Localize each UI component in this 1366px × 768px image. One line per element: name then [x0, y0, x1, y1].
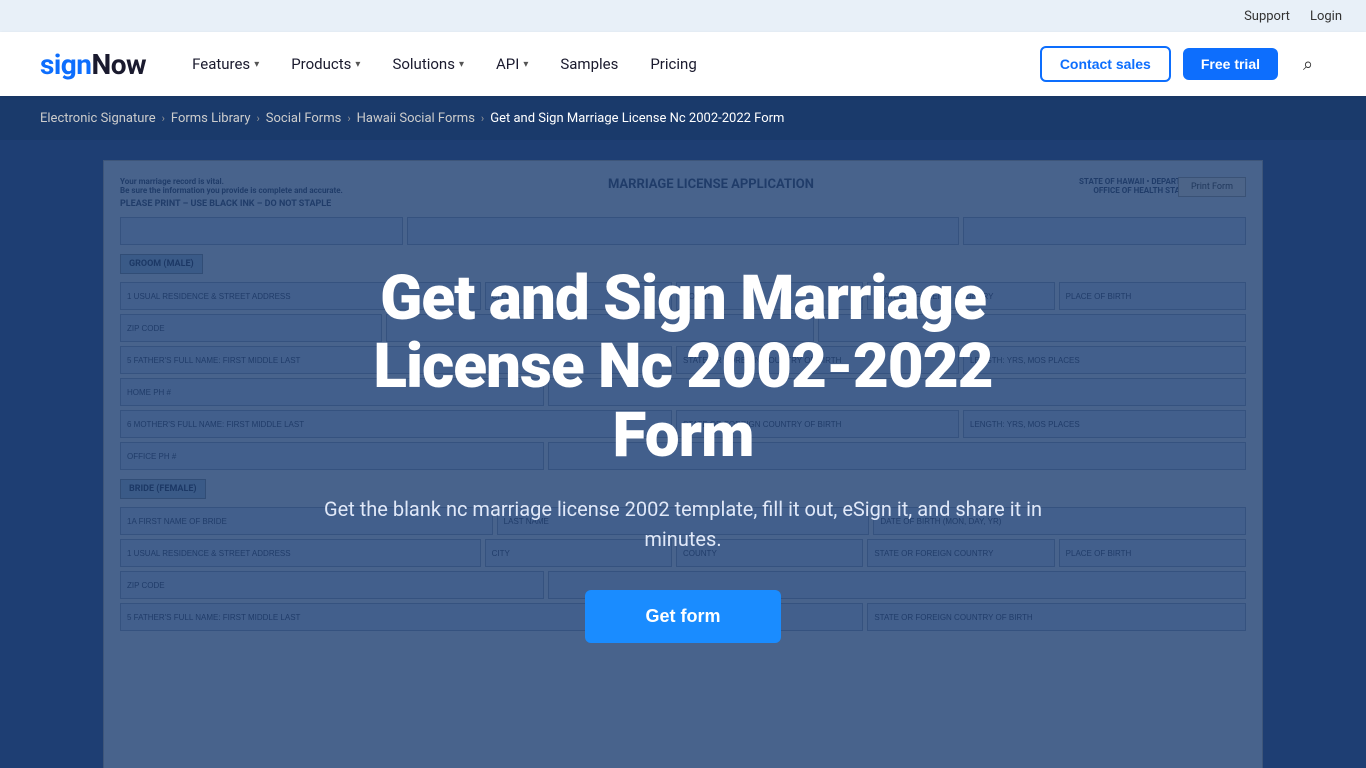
- nav-actions: Contact sales Free trial ⌕: [1040, 46, 1326, 82]
- hero-section: Your marriage record is vital. Be sure t…: [0, 140, 1366, 768]
- hero-subtitle: Get the blank nc marriage license 2002 t…: [323, 494, 1043, 554]
- breadcrumb-electronic-signature[interactable]: Electronic Signature: [40, 111, 156, 126]
- breadcrumb-forms-library[interactable]: Forms Library: [171, 111, 251, 126]
- form-instruction-1: Your marriage record is vital.: [120, 177, 343, 186]
- utility-bar: Support Login: [0, 0, 1366, 32]
- free-trial-button[interactable]: Free trial: [1183, 48, 1278, 80]
- solutions-chevron-icon: ▾: [459, 59, 464, 70]
- nav-items: Features ▾ Products ▾ Solutions ▾ API ▾ …: [178, 47, 1040, 81]
- form-instruction-3: PLEASE PRINT – USE BLACK INK – DO NOT ST…: [120, 199, 343, 209]
- form-cell: PLACE OF BIRTH: [1059, 282, 1246, 310]
- features-chevron-icon: ▾: [254, 59, 259, 70]
- form-instruction-2: Be sure the information you provide is c…: [120, 186, 343, 195]
- breadcrumb-separator-1: ›: [162, 112, 165, 125]
- logo[interactable]: signNow: [40, 48, 146, 81]
- print-button-form[interactable]: Print Form: [1178, 177, 1246, 197]
- form-main-title: MARRIAGE LICENSE APPLICATION: [608, 177, 814, 209]
- form-row-1: [120, 217, 1246, 245]
- breadcrumb-separator-3: ›: [347, 112, 350, 125]
- nav-solutions[interactable]: Solutions ▾: [378, 47, 478, 81]
- breadcrumb-current-page: Get and Sign Marriage License Nc 2002-20…: [490, 111, 784, 126]
- form-title-row: Your marriage record is vital. Be sure t…: [120, 177, 1246, 209]
- search-button[interactable]: ⌕: [1290, 46, 1326, 82]
- login-link[interactable]: Login: [1310, 9, 1342, 24]
- form-cell: [407, 217, 959, 245]
- nav-api[interactable]: API ▾: [482, 47, 542, 81]
- main-nav: signNow Features ▾ Products ▾ Solutions …: [0, 32, 1366, 96]
- breadcrumb-separator-2: ›: [256, 112, 259, 125]
- nav-features[interactable]: Features ▾: [178, 47, 273, 81]
- search-icon: ⌕: [1303, 54, 1313, 75]
- form-cell: [120, 217, 403, 245]
- hero-title: Get and Sign Marriage License Nc 2002-20…: [323, 265, 1043, 470]
- nav-products[interactable]: Products ▾: [277, 47, 374, 81]
- form-cell: PLACE OF BIRTH: [1059, 539, 1246, 567]
- contact-sales-button[interactable]: Contact sales: [1040, 46, 1171, 82]
- breadcrumb-separator-4: ›: [481, 112, 484, 125]
- get-form-button[interactable]: Get form: [585, 590, 780, 643]
- breadcrumb-bar: Electronic Signature › Forms Library › S…: [0, 96, 1366, 140]
- nav-samples[interactable]: Samples: [546, 47, 632, 81]
- breadcrumb-hawaii-social-forms[interactable]: Hawaii Social Forms: [357, 111, 475, 126]
- breadcrumb-social-forms[interactable]: Social Forms: [266, 111, 342, 126]
- support-link[interactable]: Support: [1244, 9, 1290, 24]
- nav-pricing[interactable]: Pricing: [636, 47, 710, 81]
- products-chevron-icon: ▾: [355, 59, 360, 70]
- logo-text: signNow: [40, 48, 146, 81]
- hero-content: Get and Sign Marriage License Nc 2002-20…: [303, 265, 1063, 643]
- breadcrumb: Electronic Signature › Forms Library › S…: [40, 111, 784, 126]
- form-cell: [963, 217, 1246, 245]
- api-chevron-icon: ▾: [523, 59, 528, 70]
